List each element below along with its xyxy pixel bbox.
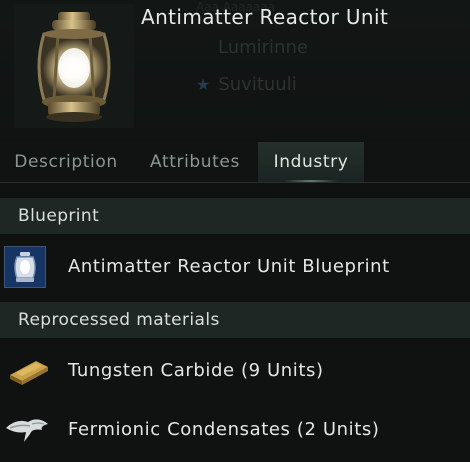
faded-subtitle-2: Suvituuli: [218, 74, 297, 95]
blueprint-icon: [4, 246, 46, 288]
material-row[interactable]: Fermionic Condensates (2 Units): [0, 402, 470, 458]
item-info-window: Aaa Aaaaaaa Antimatter Reactor Unit Lumi…: [0, 0, 470, 462]
tungsten-carbide-icon: [10, 361, 48, 385]
blueprint-label: Antimatter Reactor Unit Blueprint: [68, 256, 390, 277]
item-title: Antimatter Reactor Unit: [141, 5, 389, 29]
star-icon: ★: [196, 75, 211, 94]
material-row[interactable]: Tungsten Carbide (9 Units): [0, 345, 470, 397]
faded-subtitle-row: ★ Suvituuli: [196, 74, 297, 95]
faded-subtitle: Lumirinne: [218, 37, 308, 58]
tab-description[interactable]: Description: [0, 142, 132, 182]
fermionic-condensates-icon: [6, 419, 48, 442]
item-header: Aaa Aaaaaaa Antimatter Reactor Unit Lumi…: [0, 0, 470, 140]
blueprint-section-header: Blueprint: [0, 198, 470, 234]
reactor-lamp-icon: [14, 4, 134, 128]
material-label: Fermionic Condensates (2 Units): [68, 419, 380, 440]
blueprint-row[interactable]: Antimatter Reactor Unit Blueprint: [0, 242, 470, 296]
material-label: Tungsten Carbide (9 Units): [68, 360, 324, 381]
tab-bar: Description Attributes Industry: [0, 142, 470, 183]
tab-attributes[interactable]: Attributes: [132, 142, 258, 182]
tab-industry[interactable]: Industry: [258, 142, 364, 182]
reprocessed-section-header: Reprocessed materials: [0, 302, 470, 338]
